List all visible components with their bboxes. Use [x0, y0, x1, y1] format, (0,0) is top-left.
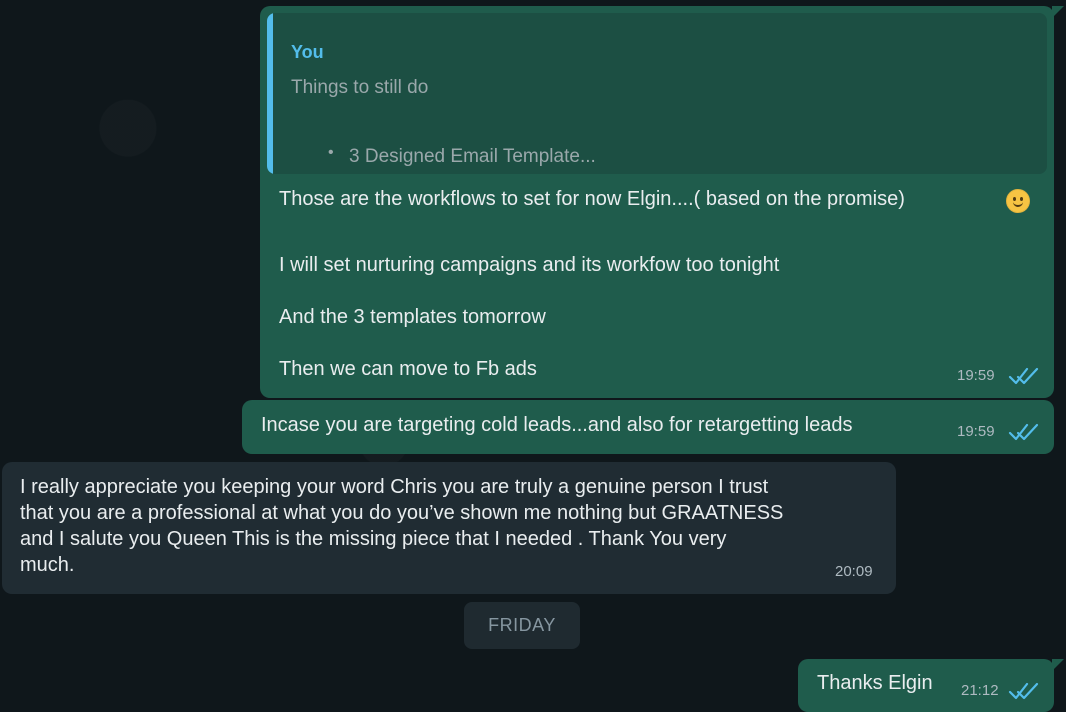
message-time: 21:12 [961, 682, 999, 699]
reply-quote-text: Things to still do [291, 77, 429, 98]
message-line: Thanks Elgin [817, 672, 933, 694]
message-line: Then we can move to Fb ads [279, 358, 537, 380]
reply-quote-author: You [291, 42, 324, 62]
bullet-icon: • [328, 144, 334, 161]
message-line: Those are the workflows to set for now E… [279, 188, 905, 210]
day-separator: FRIDAY [464, 602, 580, 649]
message-bubble-workflows[interactable]: You Things to still do • 3 Designed Emai… [260, 6, 1064, 398]
double-check-icon [1008, 367, 1039, 385]
message-time: 19:59 [957, 367, 995, 384]
reply-quote-accent-bar [267, 13, 273, 174]
message-time: 20:09 [835, 563, 873, 580]
message-bubble-appreciation[interactable]: I really appreciate you keeping your wor… [2, 462, 896, 594]
message-line: I really appreciate you keeping your wor… [20, 476, 769, 498]
message-line: much. [20, 554, 75, 576]
message-line: and I salute you Queen This is the missi… [20, 528, 727, 550]
message-line: Incase you are targeting cold leads...an… [261, 414, 853, 436]
message-line: that you are a professional at what you … [20, 502, 784, 524]
reply-quote[interactable]: You Things to still do • 3 Designed Emai… [267, 13, 1047, 174]
reply-quote-item: 3 Designed Email Template... [349, 146, 596, 167]
message-line: I will set nurturing campaigns and its w… [279, 254, 780, 276]
message-line: And the 3 templates tomorrow [279, 306, 546, 328]
double-check-icon [1008, 682, 1039, 700]
message-bubble-retargeting[interactable]: Incase you are targeting cold leads...an… [242, 400, 1054, 454]
slightly-smiling-face-icon [1006, 189, 1030, 213]
message-bubble-thanks[interactable]: Thanks Elgin 21:12 [798, 659, 1064, 712]
double-check-icon [1008, 423, 1039, 441]
message-time: 19:59 [957, 423, 995, 440]
